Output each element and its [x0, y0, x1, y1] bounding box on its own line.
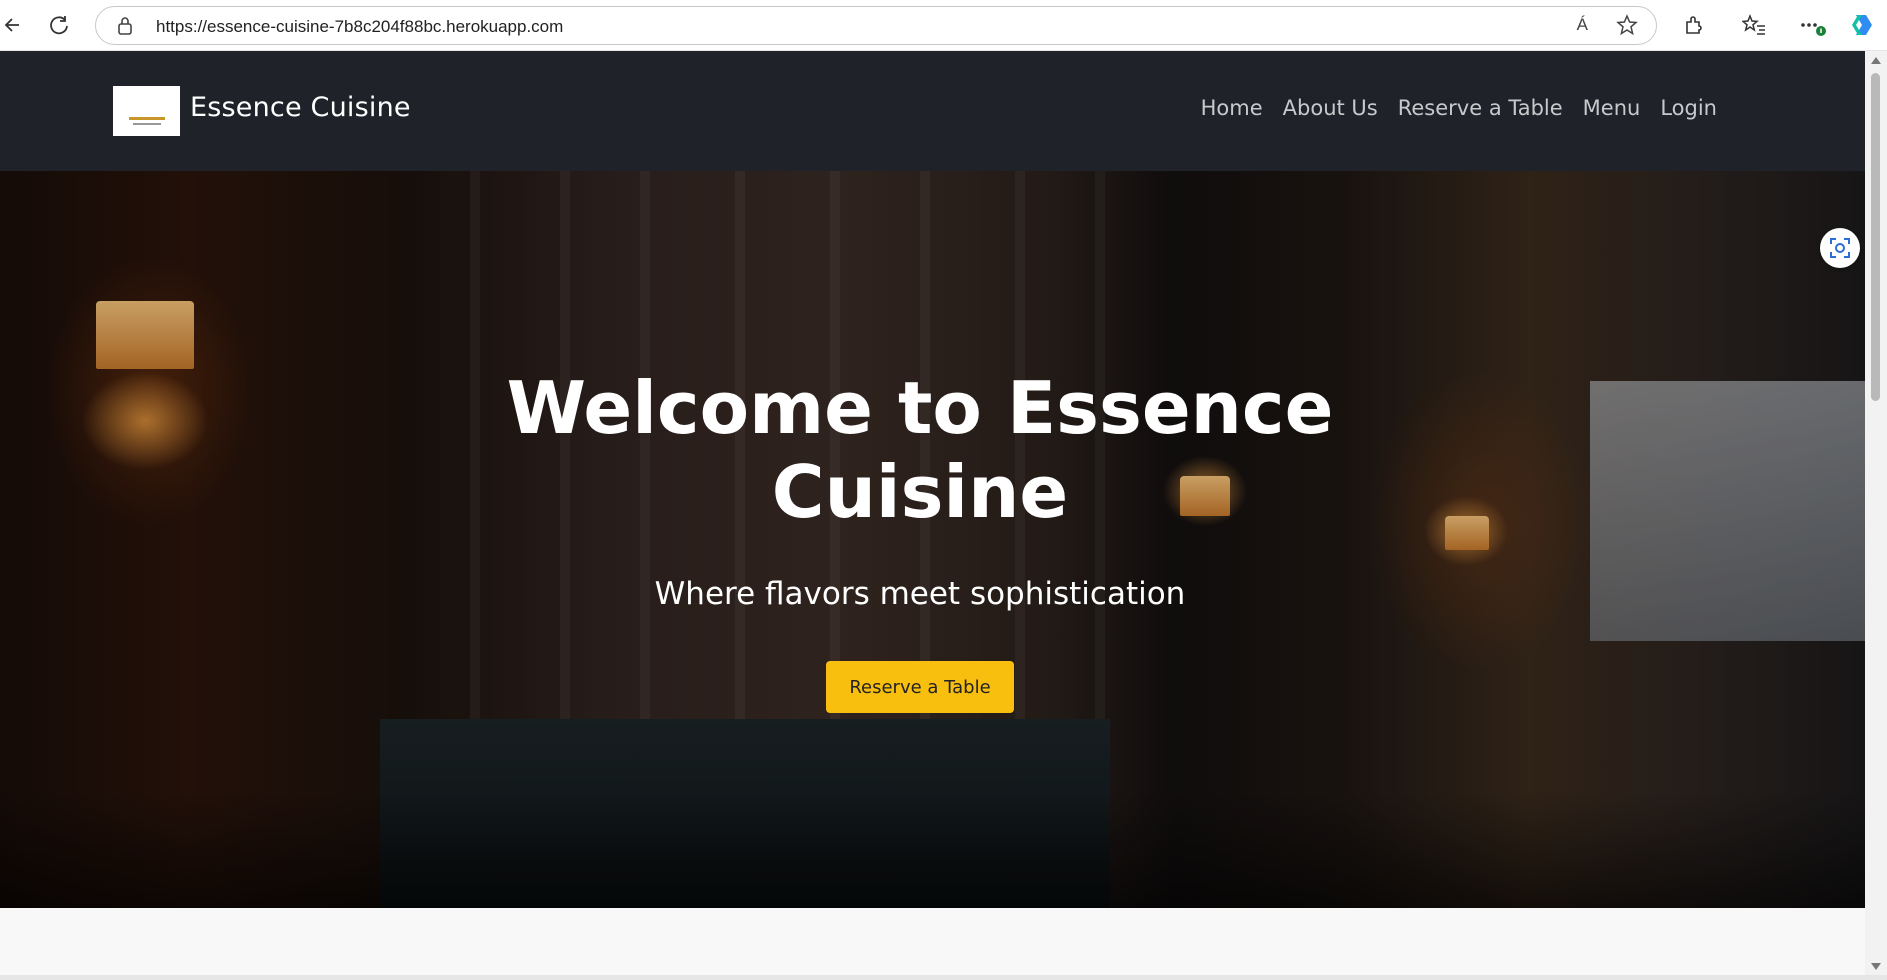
- next-section: [0, 908, 1865, 980]
- scroll-up-icon[interactable]: [1871, 57, 1881, 64]
- refresh-icon[interactable]: [42, 8, 76, 42]
- favorites-icon[interactable]: [1737, 8, 1771, 42]
- scroll-down-icon[interactable]: [1871, 963, 1881, 970]
- main-nav: Home About Us Reserve a Table Menu Login: [1201, 96, 1717, 120]
- brand-name[interactable]: Essence Cuisine: [190, 92, 411, 123]
- lock-icon: [116, 16, 136, 36]
- nav-about-us[interactable]: About Us: [1283, 96, 1378, 120]
- site-navbar: Essence Cuisine Home About Us Reserve a …: [0, 51, 1865, 171]
- page-scrollbar[interactable]: [1865, 51, 1887, 980]
- nav-reserve-table[interactable]: Reserve a Table: [1398, 96, 1563, 120]
- nav-menu[interactable]: Menu: [1583, 96, 1641, 120]
- address-bar[interactable]: https://essence-cuisine-7b8c204f88bc.her…: [95, 6, 1657, 45]
- copilot-icon[interactable]: [1845, 8, 1879, 42]
- reserve-table-button[interactable]: Reserve a Table: [826, 661, 1014, 713]
- extensions-icon[interactable]: [1676, 8, 1710, 42]
- hero-section: Welcome to Essence Cuisine Where flavors…: [0, 171, 1865, 908]
- favorite-star-icon[interactable]: [1616, 14, 1638, 41]
- nav-home[interactable]: Home: [1201, 96, 1263, 120]
- scroll-thumb[interactable]: [1871, 73, 1880, 401]
- nav-login[interactable]: Login: [1660, 96, 1717, 120]
- brand-logo[interactable]: [113, 86, 180, 136]
- window-bottom-edge: [0, 975, 1887, 980]
- hero-subtitle: Where flavors meet sophistication: [654, 576, 1186, 612]
- read-aloud-icon[interactable]: Á: [1577, 15, 1588, 35]
- more-options-icon[interactable]: [1796, 8, 1830, 42]
- visual-search-icon[interactable]: [1820, 228, 1860, 268]
- browser-toolbar: https://essence-cuisine-7b8c204f88bc.her…: [0, 0, 1887, 51]
- logo-emblem-icon: [128, 97, 165, 125]
- back-icon[interactable]: [0, 8, 28, 42]
- web-page: Essence Cuisine Home About Us Reserve a …: [0, 51, 1865, 980]
- hero-title: Welcome to Essence Cuisine: [506, 366, 1334, 534]
- url-text[interactable]: https://essence-cuisine-7b8c204f88bc.her…: [156, 17, 563, 37]
